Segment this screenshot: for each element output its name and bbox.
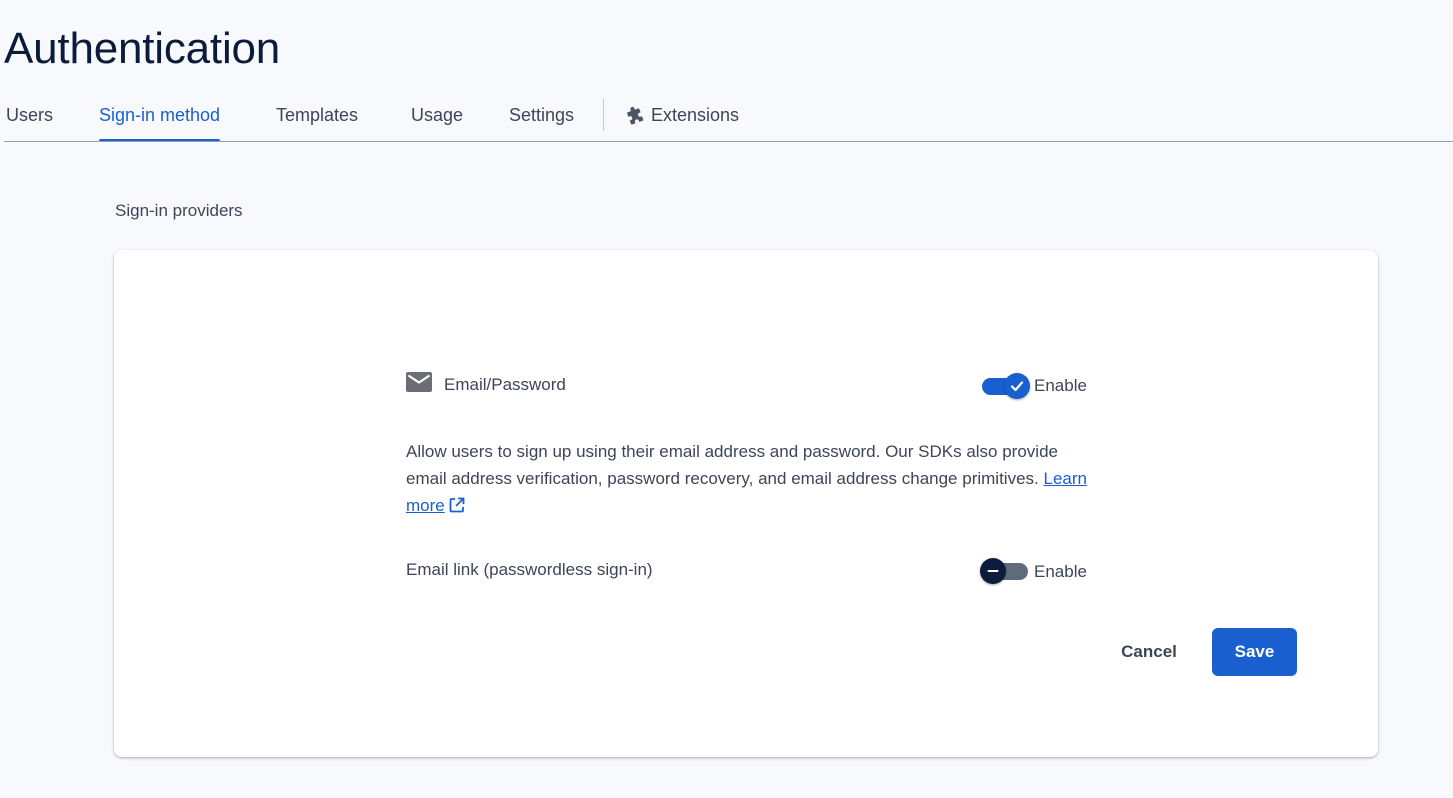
enable-label: Enable xyxy=(1034,376,1087,395)
description-text: Allow users to sign up using their email… xyxy=(406,442,1058,488)
provider-name: Email/Password xyxy=(444,375,566,394)
section-heading: Sign-in providers xyxy=(115,201,243,220)
provider-description: Allow users to sign up using their email… xyxy=(406,438,1096,519)
tab-usage[interactable]: Usage xyxy=(411,90,463,141)
page-title: Authentication xyxy=(4,24,281,73)
email-link-enable-toggle[interactable] xyxy=(980,558,1030,584)
open-in-new-icon[interactable] xyxy=(448,495,466,513)
email-icon xyxy=(406,371,432,393)
enable-label: Enable xyxy=(1034,562,1087,581)
minus-icon xyxy=(987,570,999,572)
toggle-knob xyxy=(1004,373,1030,399)
tab-sign-in-method[interactable]: Sign-in method xyxy=(99,90,221,142)
save-button[interactable]: Save xyxy=(1212,628,1297,676)
tab-settings[interactable]: Settings xyxy=(509,90,574,141)
cancel-button[interactable]: Cancel xyxy=(1104,628,1194,676)
authentication-page: Authentication Users Sign-in method Temp… xyxy=(0,0,1453,798)
puzzle-piece-icon xyxy=(625,106,645,126)
tab-label: Settings xyxy=(509,105,575,125)
tab-extensions[interactable]: Extensions xyxy=(625,90,739,141)
tab-users[interactable]: Users xyxy=(6,90,53,141)
tab-label: Extensions xyxy=(651,105,740,125)
tab-divider xyxy=(603,99,604,131)
tab-bar: Users Sign-in method Templates Usage Set… xyxy=(0,90,1453,142)
email-link-label: Email link (passwordless sign-in) xyxy=(406,560,653,579)
tab-label: Users xyxy=(6,105,54,125)
tabs-bottom-border xyxy=(4,141,1453,142)
check-icon xyxy=(1010,381,1024,392)
tab-label: Templates xyxy=(276,105,359,125)
tab-templates[interactable]: Templates xyxy=(276,90,358,141)
email-password-enable-toggle[interactable] xyxy=(980,373,1030,399)
tab-label: Sign-in method xyxy=(99,105,221,125)
toggle-knob xyxy=(980,558,1006,584)
provider-card: Email/Password Enable Allow users to sig… xyxy=(114,250,1378,757)
tab-label: Usage xyxy=(411,105,464,125)
